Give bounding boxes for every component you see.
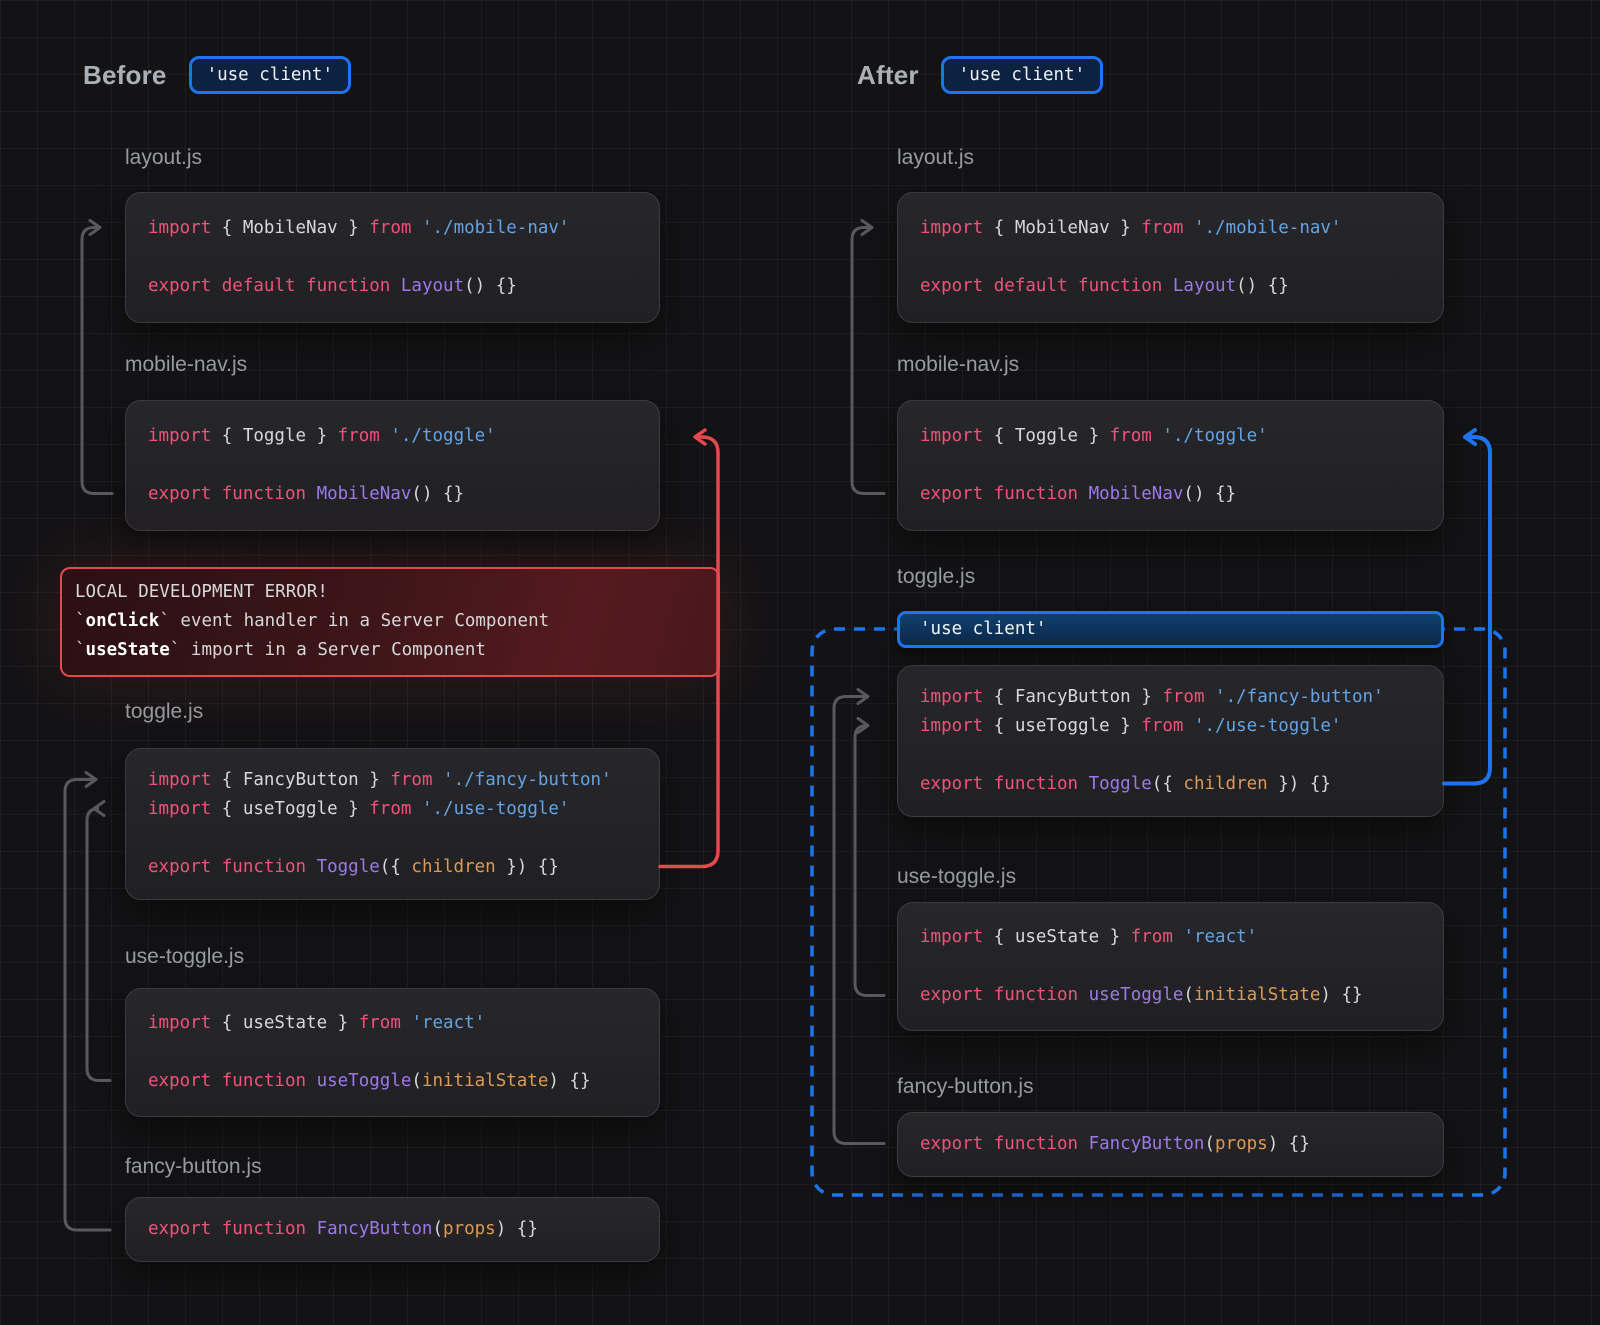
- file-label-use-toggle-before: use-toggle.js: [125, 945, 244, 969]
- use-client-badge-before: 'use client': [189, 56, 351, 94]
- file-label-toggle-after: toggle.js: [897, 565, 975, 589]
- code-line: [920, 952, 1443, 981]
- code-line: import { useToggle } from './use-toggle': [920, 712, 1443, 741]
- code-box-layout-after: import { MobileNav } from './mobile-nav'…: [897, 192, 1444, 323]
- code-line: import { Toggle } from './toggle': [148, 422, 659, 451]
- diagram-canvas: Before 'use client' layout.js import { M…: [0, 0, 1600, 1325]
- before-heading: Before: [83, 60, 167, 91]
- file-label-fancy-button-after: fancy-button.js: [897, 1075, 1034, 1099]
- code-box-layout-before: import { MobileNav } from './mobile-nav'…: [125, 192, 660, 323]
- file-label-mobile-nav-before: mobile-nav.js: [125, 353, 247, 377]
- file-label-layout-before: layout.js: [125, 146, 202, 170]
- code-line: [148, 1038, 659, 1067]
- code-line: [920, 741, 1443, 770]
- code-line: export function useToggle(initialState) …: [920, 981, 1443, 1010]
- code-line: export function MobileNav() {}: [920, 480, 1443, 509]
- code-box-mobile-nav-before: import { Toggle } from './toggle' export…: [125, 400, 660, 531]
- file-label-toggle-before: toggle.js: [125, 700, 203, 724]
- code-box-fancy-button-before: export function FancyButton(props) {}: [125, 1197, 660, 1262]
- use-client-badge-after: 'use client': [941, 56, 1103, 94]
- import-arrow-mobilenav-to-layout-after: [852, 228, 884, 494]
- file-label-fancy-button-before: fancy-button.js: [125, 1155, 262, 1179]
- file-label-layout-after: layout.js: [897, 146, 974, 170]
- import-arrow-mobilenav-to-layout-before: [82, 228, 112, 494]
- code-line: [148, 243, 659, 272]
- code-line: [148, 824, 659, 853]
- code-line: import { Toggle } from './toggle': [920, 422, 1443, 451]
- code-box-fancy-button-after: export function FancyButton(props) {}: [897, 1112, 1444, 1177]
- code-line: export default function Layout() {}: [148, 272, 659, 301]
- code-line: [920, 451, 1443, 480]
- use-client-directive-banner: 'use client': [897, 611, 1444, 648]
- import-arrow-usetoggle-to-toggle-before: [87, 809, 110, 1081]
- code-line: import { useToggle } from './use-toggle': [148, 795, 659, 824]
- code-box-use-toggle-after: import { useState } from 'react' export …: [897, 902, 1444, 1031]
- code-line: export function Toggle({ children }) {}: [148, 853, 659, 882]
- before-header: Before 'use client': [83, 56, 351, 94]
- after-header: After 'use client': [857, 56, 1103, 94]
- code-line: LOCAL DEVELOPMENT ERROR!: [75, 578, 718, 607]
- import-arrow-usetoggle-to-toggle-after: [855, 726, 884, 996]
- code-box-toggle-before: import { FancyButton } from './fancy-but…: [125, 748, 660, 900]
- code-box-mobile-nav-after: import { Toggle } from './toggle' export…: [897, 400, 1444, 531]
- code-box-use-toggle-before: import { useState } from 'react' export …: [125, 988, 660, 1117]
- code-line: export default function Layout() {}: [920, 272, 1443, 301]
- code-line: import { useState } from 'react': [148, 1009, 659, 1038]
- code-line: `onClick` event handler in a Server Comp…: [75, 607, 718, 636]
- file-label-use-toggle-after: use-toggle.js: [897, 865, 1016, 889]
- code-line: export function FancyButton(props) {}: [920, 1130, 1443, 1159]
- code-line: export function Toggle({ children }) {}: [920, 770, 1443, 799]
- code-line: `useState` import in a Server Component: [75, 636, 718, 665]
- code-line: import { useState } from 'react': [920, 923, 1443, 952]
- code-line: [148, 451, 659, 480]
- code-line: import { FancyButton } from './fancy-but…: [148, 766, 659, 795]
- file-label-mobile-nav-after: mobile-nav.js: [897, 353, 1019, 377]
- import-arrow-fancybutton-to-toggle-after: [834, 697, 884, 1144]
- code-line: export function MobileNav() {}: [148, 480, 659, 509]
- code-line: import { MobileNav } from './mobile-nav': [920, 214, 1443, 243]
- after-heading: After: [857, 60, 919, 91]
- code-line: import { MobileNav } from './mobile-nav': [148, 214, 659, 243]
- code-line: export function useToggle(initialState) …: [148, 1067, 659, 1096]
- code-line: [920, 243, 1443, 272]
- import-arrow-fancybutton-to-toggle-before: [65, 780, 110, 1231]
- error-box: LOCAL DEVELOPMENT ERROR!`onClick` event …: [60, 567, 720, 677]
- code-line: export function FancyButton(props) {}: [148, 1215, 659, 1244]
- client-arrow-toggle-to-mobilenav: [1444, 437, 1490, 784]
- code-box-toggle-after: import { FancyButton } from './fancy-but…: [897, 665, 1444, 817]
- code-line: import { FancyButton } from './fancy-but…: [920, 683, 1443, 712]
